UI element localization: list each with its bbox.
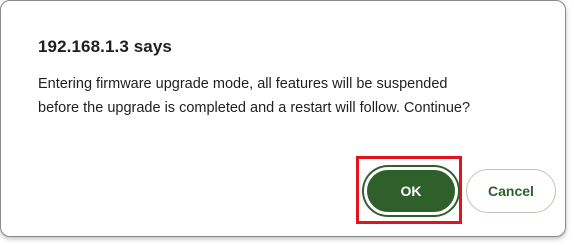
dialog-message-line-2: before the upgrade is completed and a re… [38,100,471,116]
cancel-button[interactable]: Cancel [466,169,556,213]
dialog-title: 192.168.1.3 says [38,37,172,56]
confirm-dialog: 192.168.1.3 says Entering firmware upgra… [0,0,566,237]
ok-button[interactable]: OK [364,167,458,215]
dialog-message-line-1: Entering firmware upgrade mode, all feat… [38,76,448,92]
dialog-message: Entering firmware upgrade mode, all feat… [38,72,548,120]
